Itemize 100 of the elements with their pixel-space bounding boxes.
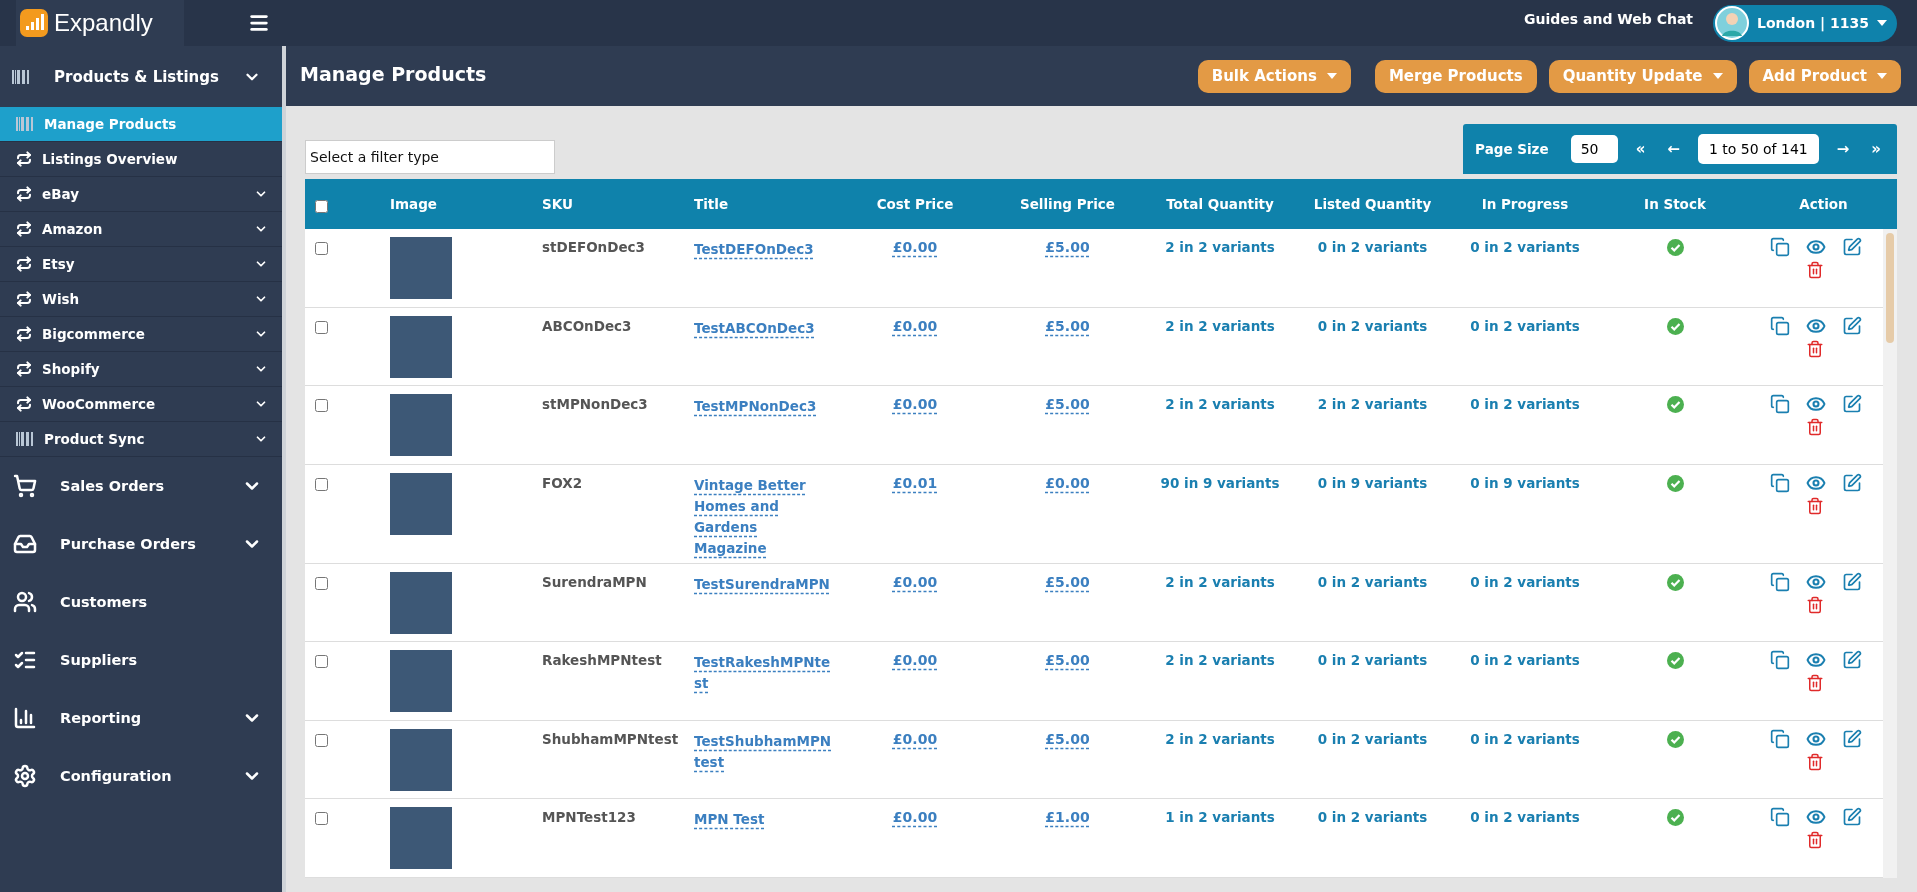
select-all-checkbox[interactable] [315,200,328,213]
product-title-link[interactable]: TestRakeshMPNtest [694,652,834,694]
listed-quantity-text: 0 in 2 variants [1317,239,1428,255]
first-page-button[interactable]: « [1631,140,1650,158]
sync-icon [16,291,32,307]
selling-price-link[interactable]: £5.00 [1045,573,1090,590]
edit-icon[interactable] [1841,315,1862,336]
product-title-link[interactable]: TestMPNonDec3 [694,396,834,417]
view-icon[interactable] [1805,807,1826,827]
edit-icon[interactable] [1841,237,1862,257]
nav-item-label: Configuration [60,768,173,784]
row-checkbox[interactable] [315,242,328,255]
row-checkbox[interactable] [315,320,328,334]
page-size-field[interactable]: 50 [1570,135,1618,163]
sidebar-item-label: Listings Overview [42,151,179,167]
sidebar-item-label: Etsy [42,256,76,272]
copy-icon[interactable] [1769,237,1790,257]
row-checkbox[interactable] [315,477,328,491]
next-page-button[interactable]: → [1832,140,1854,158]
selling-price-link[interactable]: £5.00 [1045,239,1090,255]
sidebar-item-label: Bigcommerce [42,326,146,342]
listed-quantity-text: 0 in 2 variants [1317,573,1428,590]
copy-icon[interactable] [1769,807,1790,827]
copy-icon[interactable] [1769,315,1790,336]
sync-icon [16,361,32,377]
row-checkbox[interactable] [315,733,328,747]
nav-item[interactable]: Purchase Orders [0,515,282,573]
photo-placeholder [390,237,452,299]
edit-icon[interactable] [1841,394,1862,414]
edit-icon[interactable] [1841,728,1862,749]
listed-quantity-text: 0 in 2 variants [1317,652,1428,668]
sidebar-item-label: WooCommerce [42,396,157,412]
cost-price-link[interactable]: £0.00 [892,730,938,747]
action-button[interactable]: Merge Products [1374,59,1537,93]
copy-icon[interactable] [1769,650,1790,670]
edit-icon[interactable] [1841,571,1862,592]
listed-quantity-text: 0 in 2 variants [1317,730,1428,747]
cost-price-link[interactable]: £0.00 [892,239,938,255]
product-title-link[interactable]: TestShubhamMPN test [694,730,834,773]
copy-icon[interactable] [1769,728,1790,749]
column-header: In Progress [1480,196,1570,212]
nav-item-label: Purchase Orders [60,536,197,552]
row-checkbox[interactable] [315,812,328,825]
help-link[interactable]: Guides and Web Chat [1524,11,1694,27]
filter-select[interactable]: Select a filter type [305,140,555,174]
product-title-link[interactable]: Vintage Better Homes and Gardens Magazine [694,474,834,559]
row-checkbox[interactable] [315,399,328,412]
row-checkbox[interactable] [315,576,328,590]
selling-price-link[interactable]: £5.00 [1045,396,1090,412]
action-button[interactable]: Add Product [1748,59,1901,93]
copy-icon[interactable] [1769,394,1790,414]
in-progress-text: 0 in 2 variants [1470,573,1580,590]
product-title-link[interactable]: TestDEFOnDec3 [694,239,834,260]
selling-price-link[interactable]: £0.00 [1045,474,1090,491]
copy-icon[interactable] [1769,571,1790,592]
cost-price-link[interactable]: £0.00 [892,573,938,590]
product-title-link[interactable]: TestSurendraMPN [694,573,834,595]
view-icon[interactable] [1805,650,1826,670]
selling-price-link[interactable]: £1.00 [1045,809,1090,825]
row-checkbox[interactable] [315,655,328,668]
product-title-link[interactable]: TestABCOnDec3 [694,317,834,339]
selling-price-link[interactable]: £5.00 [1045,317,1090,334]
page-title: Manage Products [300,63,488,85]
avatar-icon [1715,6,1750,40]
in-progress-text: 0 in 2 variants [1470,317,1580,334]
edit-icon[interactable] [1841,650,1862,670]
edit-icon[interactable] [1841,472,1862,493]
total-quantity-text: 2 in 2 variants [1165,652,1275,668]
sidebar-item-label: Amazon [42,221,104,237]
nav-item[interactable]: Configuration [0,747,282,805]
cost-price-link[interactable]: £0.00 [892,317,938,334]
total-quantity-text: 2 in 2 variants [1165,396,1275,412]
column-header: Action [1798,196,1849,212]
scrollbar-thumb[interactable] [1886,233,1894,343]
copy-icon[interactable] [1769,472,1790,493]
sidebar-item[interactable]: Manage Products [0,107,282,142]
edit-icon[interactable] [1841,807,1862,827]
photo-placeholder [390,472,452,535]
nav-item[interactable]: Suppliers [0,631,282,689]
account-menu[interactable]: London | 1135 [1713,4,1897,42]
cost-price-link[interactable]: £0.01 [892,474,938,491]
selling-price-link[interactable]: £5.00 [1045,652,1090,668]
previous-page-button[interactable]: ← [1663,140,1684,158]
view-icon[interactable] [1805,237,1826,257]
menu-button[interactable] [248,12,270,34]
nav-item[interactable]: Customers [0,573,282,631]
selling-price-link[interactable]: £5.00 [1045,730,1090,747]
last-page-button[interactable]: » [1867,140,1885,158]
view-icon[interactable] [1805,394,1826,414]
action-button[interactable]: Bulk Actions [1197,59,1351,93]
cost-price-link[interactable]: £0.00 [892,396,938,412]
cost-price-link[interactable]: £0.00 [892,809,938,825]
product-title-link[interactable]: MPN Test [694,809,834,830]
photo-placeholder [390,394,452,456]
nav-item[interactable]: Sales Orders [0,457,282,515]
sync-icon [16,221,32,237]
sync-icon [16,326,32,342]
nav-item[interactable]: Reporting [0,689,282,747]
action-button[interactable]: Quantity Update [1548,59,1737,93]
cost-price-link[interactable]: £0.00 [892,652,938,668]
